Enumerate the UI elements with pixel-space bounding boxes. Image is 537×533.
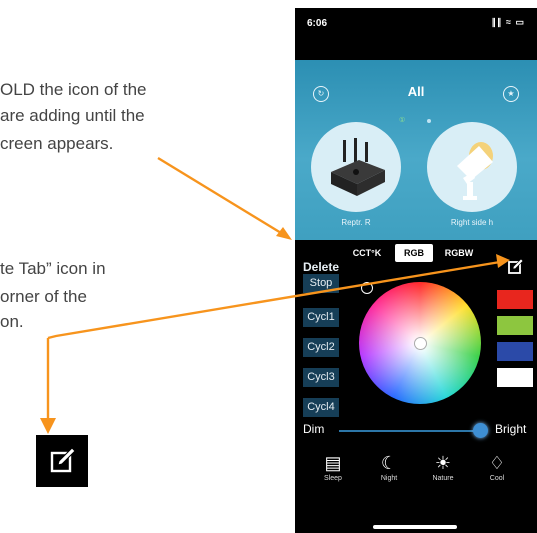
scene-night[interactable]: ☾ Night [369,452,409,482]
brightness-slider-handle[interactable] [472,423,488,438]
scene-nature[interactable]: ☀ Nature [423,452,463,482]
instruction-line-2: are adding until the [0,106,145,125]
edit-icon[interactable] [507,258,525,276]
instruction-line-3: creen appears. [0,134,114,153]
dim-label: Dim [303,422,325,436]
swatch-blue[interactable] [497,342,533,361]
cycle-4-button[interactable]: Cycl4 [303,398,339,417]
status-time: 6:06 [307,18,328,29]
brightness-slider[interactable] [339,430,487,432]
sun-icon: ☀ [434,453,452,473]
repeater-icon [331,138,385,196]
header-spacer [295,34,537,60]
device-indicator-icon: ① [399,117,406,124]
scene-label: Nature [432,475,454,482]
bed-icon: ▤ [324,453,342,473]
swatch-green[interactable] [497,316,533,335]
home-indicator [373,525,457,529]
swatch-white[interactable] [497,368,533,387]
edit-icon [50,447,76,473]
status-bar: 6:06 ∥∥ ≈ ▭ [295,8,537,34]
star-icon[interactable]: ★ [503,86,519,102]
page-dot [427,119,431,123]
instruction-line-5: orner of the [0,287,87,306]
color-center-point[interactable] [415,338,426,349]
cycle-3-button[interactable]: Cycl3 [303,368,339,387]
spotlight-icon [457,142,493,200]
edit-tab-icon-callout [36,435,88,487]
scene-cool[interactable]: ♢ Cool [477,452,517,482]
bright-label: Bright [495,422,527,436]
color-mode-tabs: CCT°K RGB RGBW [343,240,481,262]
bulb-icon: ♢ [488,453,506,473]
device-panel: ↻ All ★ ① Reptr. R Right side h [295,60,537,240]
device-card-repeater[interactable] [311,122,401,212]
cycle-1-button[interactable]: Cycl1 [303,308,339,327]
arrow-to-device-panel [157,156,287,238]
tab-rgbw[interactable]: RGBW [441,244,477,262]
stop-button[interactable]: Stop [303,274,339,293]
device-label-repeater: Reptr. R [341,218,371,227]
arrowhead-device-panel [276,227,292,240]
instruction-line-6: on. [0,312,24,331]
signal-wifi-battery-icon: ∥∥ ≈ ▭ [491,17,525,27]
scene-label: Cool [489,475,505,482]
wheel-picker-handle[interactable] [361,282,373,294]
device-label-spotlight: Right side h [450,218,494,227]
scene-sleep[interactable]: ▤ Sleep [313,452,353,482]
cycle-2-button[interactable]: Cycl2 [303,338,339,357]
tab-cct[interactable]: CCT°K [349,244,385,262]
device-card-spotlight[interactable] [427,122,517,212]
swatch-red[interactable] [497,290,533,309]
moon-icon: ☾ [380,453,398,473]
phone-screen: 6:06 ∥∥ ≈ ▭ ↻ All ★ ① Reptr. R Right sid… [295,8,537,533]
instruction-line-1: OLD the icon of the [0,80,147,99]
scene-label: Night [380,475,398,482]
instruction-line-4: te Tab” icon in [0,259,106,278]
scene-label: Sleep [324,475,342,482]
control-panel: Delete Stop Cycl1 Cycl2 Cycl3 Cycl4 CCT°… [295,240,537,533]
group-title: All [407,84,425,99]
arrowhead-callout [40,418,56,434]
tab-rgb[interactable]: RGB [395,244,433,262]
